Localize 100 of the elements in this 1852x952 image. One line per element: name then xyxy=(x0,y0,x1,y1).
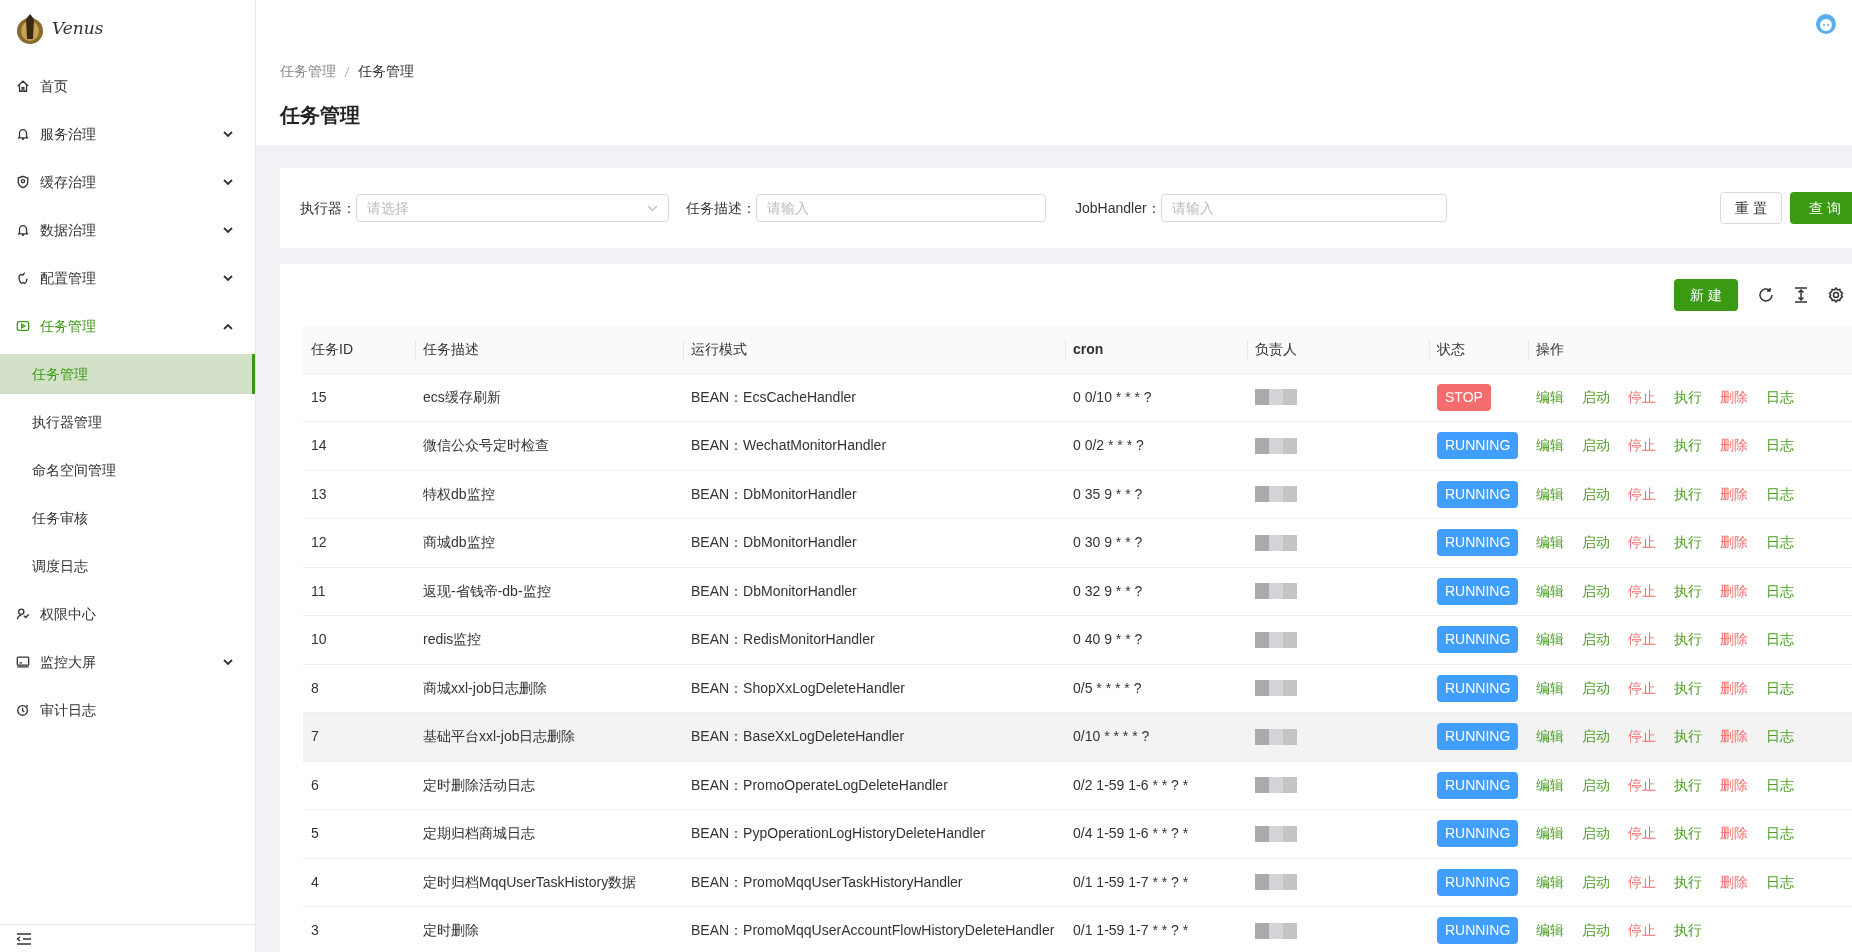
action-link[interactable]: 执行 xyxy=(1674,774,1702,796)
action-link[interactable]: 日志 xyxy=(1766,483,1794,505)
action-link[interactable]: 日志 xyxy=(1766,629,1794,651)
search-button[interactable]: 查 询 xyxy=(1790,192,1852,224)
action-link[interactable]: 执行 xyxy=(1674,677,1702,699)
action-link[interactable]: 停止 xyxy=(1628,920,1656,942)
action-link[interactable]: 停止 xyxy=(1628,532,1656,554)
table-row[interactable]: 8 商城xxl-job日志删除 BEAN：ShopXxLogDeleteHandler 0/5 * * * * ? RUNNING 编辑 启动 停止 执行 删除 日志 xyxy=(303,664,1852,713)
action-link[interactable]: 删除 xyxy=(1720,871,1748,893)
action-link[interactable]: 日志 xyxy=(1766,677,1794,699)
action-link[interactable]: 停止 xyxy=(1628,580,1656,602)
sidebar-item[interactable]: 缓存治理 xyxy=(0,158,255,206)
action-link[interactable]: 执行 xyxy=(1674,532,1702,554)
settings-icon[interactable] xyxy=(1828,287,1844,303)
sidebar-item[interactable]: 任务管理 xyxy=(0,302,255,350)
executor-select[interactable]: 请选择 xyxy=(356,194,669,222)
action-link[interactable]: 删除 xyxy=(1720,726,1748,748)
action-link[interactable]: 删除 xyxy=(1720,823,1748,845)
action-link[interactable]: 日志 xyxy=(1766,435,1794,457)
action-link[interactable]: 执行 xyxy=(1674,435,1702,457)
action-link[interactable]: 执行 xyxy=(1674,629,1702,651)
action-link[interactable]: 编辑 xyxy=(1536,435,1564,457)
action-link[interactable]: 停止 xyxy=(1628,774,1656,796)
submenu-item[interactable]: 执行器管理 xyxy=(0,402,255,442)
action-link[interactable]: 编辑 xyxy=(1536,726,1564,748)
action-link[interactable]: 日志 xyxy=(1766,871,1794,893)
action-link[interactable]: 停止 xyxy=(1628,435,1656,457)
action-link[interactable]: 删除 xyxy=(1720,386,1748,408)
reset-button[interactable]: 重 置 xyxy=(1720,192,1782,224)
action-link[interactable]: 删除 xyxy=(1720,532,1748,554)
action-link[interactable]: 日志 xyxy=(1766,532,1794,554)
action-link[interactable]: 编辑 xyxy=(1536,774,1564,796)
action-link[interactable]: 启动 xyxy=(1582,774,1610,796)
action-link[interactable]: 启动 xyxy=(1582,677,1610,699)
table-row[interactable]: 5 定期归档商城日志 BEAN：PypOperationLogHistoryDeleteHandler 0/4 1-59 1-6 * * ? * RUNNING 编辑 启动 停止 执行 删除 日志 xyxy=(303,809,1852,858)
action-link[interactable]: 编辑 xyxy=(1536,629,1564,651)
sidebar-item[interactable]: 服务治理 xyxy=(0,110,255,158)
action-link[interactable]: 编辑 xyxy=(1536,386,1564,408)
table-row[interactable]: 10 redis监控 BEAN：RedisMonitorHandler 0 40 9 * * ? RUNNING 编辑 启动 停止 执行 删除 日志 xyxy=(303,615,1852,664)
sidebar-item[interactable]: 首页 xyxy=(0,62,255,110)
action-link[interactable]: 执行 xyxy=(1674,580,1702,602)
refresh-icon[interactable] xyxy=(1758,287,1774,303)
action-link[interactable]: 启动 xyxy=(1582,483,1610,505)
input-field[interactable]: 请输入 xyxy=(1160,194,1447,222)
action-link[interactable]: 删除 xyxy=(1720,483,1748,505)
action-link[interactable]: 删除 xyxy=(1720,629,1748,651)
action-link[interactable]: 启动 xyxy=(1582,532,1610,554)
sidebar-item[interactable]: 权限中心 xyxy=(0,590,255,638)
action-link[interactable]: 启动 xyxy=(1582,920,1610,942)
action-link[interactable]: 停止 xyxy=(1628,386,1656,408)
table-row[interactable]: 6 定时删除活动日志 BEAN：PromoOperateLogDeleteHandler 0/2 1-59 1-6 * * ? * RUNNING 编辑 启动 停止 执行 删除 日志 xyxy=(303,761,1852,810)
action-link[interactable]: 删除 xyxy=(1720,580,1748,602)
action-link[interactable]: 启动 xyxy=(1582,871,1610,893)
table-row[interactable]: 14 微信公众号定时检查 BEAN：WechatMonitorHandler 0 0/2 * * * ? RUNNING 编辑 启动 停止 执行 删除 日志 xyxy=(303,421,1852,470)
action-link[interactable]: 启动 xyxy=(1582,726,1610,748)
action-link[interactable]: 启动 xyxy=(1582,580,1610,602)
action-link[interactable]: 停止 xyxy=(1628,871,1656,893)
action-link[interactable]: 删除 xyxy=(1720,435,1748,457)
input-field[interactable]: 请输入 xyxy=(756,194,1046,222)
action-link[interactable]: 启动 xyxy=(1582,435,1610,457)
sidebar-item[interactable]: 数据治理 xyxy=(0,206,255,254)
table-row[interactable]: 4 定时归档MqqUserTaskHistory数据 BEAN：PromoMqqUserTaskHistoryHandler 0/1 1-59 1-7 * * ? * RUNNING 编辑 启动 停止 执行 删除 日志 xyxy=(303,858,1852,907)
sidebar-item[interactable]: 监控大屏 xyxy=(0,638,255,686)
action-link[interactable]: 编辑 xyxy=(1536,677,1564,699)
action-link[interactable]: 停止 xyxy=(1628,483,1656,505)
sidebar-item[interactable]: 审计日志 xyxy=(0,686,255,734)
action-link[interactable]: 日志 xyxy=(1766,580,1794,602)
action-link[interactable]: 编辑 xyxy=(1536,871,1564,893)
action-link[interactable]: 停止 xyxy=(1628,677,1656,699)
action-link[interactable]: 执行 xyxy=(1674,386,1702,408)
action-link[interactable]: 启动 xyxy=(1582,629,1610,651)
action-link[interactable]: 编辑 xyxy=(1536,483,1564,505)
action-link[interactable]: 执行 xyxy=(1674,483,1702,505)
action-link[interactable]: 执行 xyxy=(1674,726,1702,748)
submenu-item[interactable]: 调度日志 xyxy=(0,546,255,586)
action-link[interactable]: 编辑 xyxy=(1536,532,1564,554)
submenu-item[interactable]: 任务审核 xyxy=(0,498,255,538)
action-link[interactable]: 日志 xyxy=(1766,774,1794,796)
action-link[interactable]: 日志 xyxy=(1766,386,1794,408)
sidebar-item[interactable]: 配置管理 xyxy=(0,254,255,302)
table-row[interactable]: 15 ecs缓存刷新 BEAN：EcsCacheHandler 0 0/10 * * * ? STOP 编辑 启动 停止 执行 删除 日志 xyxy=(303,373,1852,422)
action-link[interactable]: 执行 xyxy=(1674,871,1702,893)
submenu-item[interactable]: 命名空间管理 xyxy=(0,450,255,490)
action-link[interactable]: 编辑 xyxy=(1536,580,1564,602)
action-link[interactable]: 编辑 xyxy=(1536,823,1564,845)
table-row[interactable]: 13 特权db监控 BEAN：DbMonitorHandler 0 35 9 * * ? RUNNING 编辑 启动 停止 执行 删除 日志 xyxy=(303,470,1852,519)
action-link[interactable]: 启动 xyxy=(1582,823,1610,845)
submenu-item[interactable]: 任务管理 xyxy=(0,354,255,394)
action-link[interactable]: 停止 xyxy=(1628,629,1656,651)
action-link[interactable]: 执行 xyxy=(1674,823,1702,845)
table-row[interactable]: 11 返现-省钱帝-db-监控 BEAN：DbMonitorHandler 0 32 9 * * ? RUNNING 编辑 启动 停止 执行 删除 日志 xyxy=(303,567,1852,616)
collapse-menu-icon[interactable] xyxy=(16,931,32,946)
action-link[interactable]: 日志 xyxy=(1766,823,1794,845)
action-link[interactable]: 启动 xyxy=(1582,386,1610,408)
action-link[interactable]: 删除 xyxy=(1720,677,1748,699)
action-link[interactable]: 日志 xyxy=(1766,726,1794,748)
breadcrumb-item[interactable]: 任务管理 xyxy=(280,61,336,82)
action-link[interactable]: 停止 xyxy=(1628,823,1656,845)
action-link[interactable]: 停止 xyxy=(1628,726,1656,748)
table-row[interactable]: 12 商城db监控 BEAN：DbMonitorHandler 0 30 9 * * ? RUNNING 编辑 启动 停止 执行 删除 日志 xyxy=(303,518,1852,567)
